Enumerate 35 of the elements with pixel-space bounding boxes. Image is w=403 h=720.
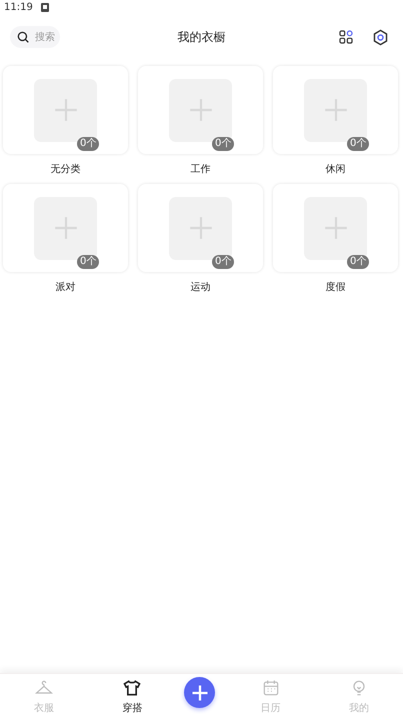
- search-field[interactable]: 搜索: [10, 26, 60, 48]
- plus-icon: [322, 215, 348, 241]
- category-name: 工作: [190, 163, 210, 177]
- category-name: 派对: [56, 280, 76, 295]
- plus-icon: [322, 97, 348, 123]
- item-count: 0个: [347, 255, 370, 269]
- add-button[interactable]: [184, 677, 215, 708]
- item-count: 0个: [347, 137, 370, 151]
- category-card[interactable]: 0个: [3, 66, 128, 154]
- notification-icon: [40, 2, 49, 12]
- category-card[interactable]: 0个: [138, 184, 263, 272]
- category-name: 休闲: [326, 163, 346, 177]
- plus-icon: [188, 215, 214, 241]
- category-card[interactable]: 0个: [3, 184, 128, 272]
- settings-icon[interactable]: [372, 28, 389, 46]
- category-name: 度假: [326, 280, 346, 295]
- plus-icon: [52, 215, 78, 241]
- category-card[interactable]: 0个: [273, 66, 398, 154]
- tshirt-icon: [122, 678, 142, 698]
- category-card[interactable]: 0个: [273, 184, 398, 272]
- plus-icon: [190, 684, 208, 702]
- category-card[interactable]: 0个: [138, 66, 263, 154]
- item-count: 0个: [77, 255, 100, 269]
- grid-icon[interactable]: [338, 29, 354, 45]
- item-count: 0个: [212, 137, 234, 151]
- category-name: 运动: [190, 280, 210, 295]
- item-count: 0个: [212, 255, 234, 269]
- plus-icon: [188, 97, 214, 123]
- search-icon: [16, 30, 30, 44]
- plus-icon: [52, 97, 78, 123]
- nav-tab[interactable]: 穿搭: [88, 674, 176, 720]
- category-name: 无分类: [50, 162, 80, 177]
- status-time: 11:19: [4, 2, 33, 12]
- item-count: 0个: [77, 137, 100, 151]
- page-title: 我的衣橱: [176, 28, 226, 46]
